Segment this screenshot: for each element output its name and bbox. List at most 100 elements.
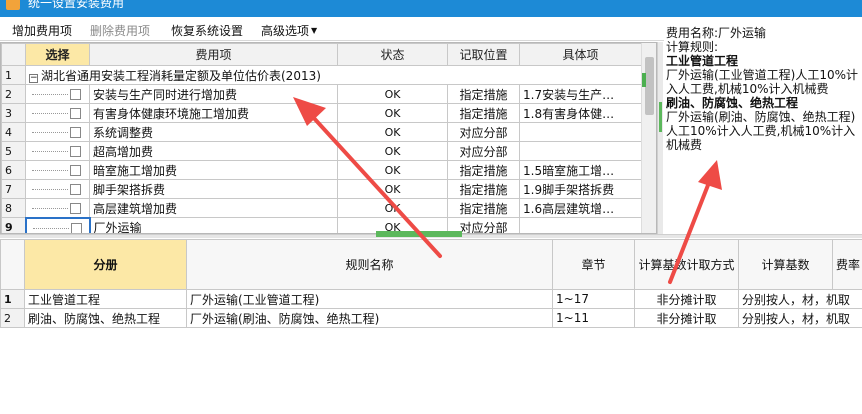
fee-item-name: 暗室施工增加费	[89, 160, 338, 180]
detail-cell[interactable]: 1.5暗室施工增…	[519, 160, 642, 180]
header-detail[interactable]: 具体项	[519, 43, 642, 66]
table-row-selected[interactable]: 1 工业管道工程 厂外运输(工业管道工程) 1~17 非分摊计取 分别按人，材，…	[0, 289, 862, 309]
row-number: 7	[1, 179, 26, 199]
select-checkbox[interactable]	[70, 146, 81, 157]
chevron-down-icon: ▼	[311, 26, 318, 35]
tree-line	[32, 227, 69, 229]
tree-line	[32, 132, 68, 133]
fee-item-name: 安装与生产同时进行增加费	[89, 84, 338, 104]
select-checkbox[interactable]	[70, 184, 81, 195]
header-fee-item[interactable]: 费用项	[89, 43, 338, 66]
select-checkbox[interactable]	[70, 127, 81, 138]
restore-system-settings-button[interactable]: 恢复系统设置	[171, 22, 243, 39]
fee-table-panel: 选择 费用项 状态 记取位置 具体项 1 − 湖北省通用安装工程消耗量定额及单位估…	[0, 42, 657, 234]
calc-base-cell[interactable]: 分别按人，材，机取	[738, 289, 862, 309]
select-checkbox[interactable]	[70, 108, 81, 119]
select-cell	[25, 84, 90, 104]
status-cell: OK	[337, 179, 448, 199]
chapter-cell[interactable]: 1~17	[552, 289, 635, 309]
table-row[interactable]: 8 高层建筑增加费 OK 指定措施 1.6高层建筑增…	[1, 198, 642, 218]
table-row[interactable]: 3 有害身体健康环境施工增加费 OK 指定措施 1.8有害身体健…	[1, 103, 642, 123]
rule-name-cell[interactable]: 厂外运输(工业管道工程)	[186, 289, 553, 309]
status-cell: OK	[337, 103, 448, 123]
location-cell[interactable]: 指定措施	[447, 179, 520, 199]
add-fee-item-button[interactable]: 增加费用项	[12, 22, 72, 39]
header-calc-base[interactable]: 计算基数	[738, 239, 833, 290]
location-cell[interactable]: 对应分部	[447, 141, 520, 161]
scrollbar-thumb[interactable]	[645, 57, 654, 115]
select-checkbox[interactable]	[70, 89, 81, 100]
section-text: 厂外运输(工业管道工程)人工10%计入人工费,机械10%计入机械费	[666, 68, 859, 96]
rule-label: 计算规则:	[666, 40, 719, 54]
table-row[interactable]: 6 暗室施工增加费 OK 指定措施 1.5暗室施工增…	[1, 160, 642, 180]
division-cell[interactable]: 工业管道工程	[24, 289, 187, 309]
table-row[interactable]: 2 刷油、防腐蚀、绝热工程 厂外运输(刷油、防腐蚀、绝热工程) 1~11 非分摊…	[0, 308, 862, 328]
detail-cell[interactable]: 1.9脚手架搭拆费	[519, 179, 642, 199]
row-number: 1	[0, 289, 25, 309]
header-calc-method[interactable]: 计算基数计取方式	[634, 239, 739, 290]
header-chapter[interactable]: 章节	[552, 239, 635, 290]
location-cell[interactable]: 指定措施	[447, 160, 520, 180]
row-number: 5	[1, 141, 26, 161]
table-row-selected[interactable]: 9 厂外运输 OK 对应分部	[1, 216, 642, 233]
select-cell	[25, 141, 90, 161]
fee-item-name: 厂外运输	[89, 217, 338, 233]
status-cell: OK	[337, 84, 448, 104]
fee-table-header: 选择 费用项 状态 记取位置 具体项	[1, 43, 642, 66]
table-row[interactable]: 7 脚手架搭拆费 OK 指定措施 1.9脚手架搭拆费	[1, 179, 642, 199]
table-row-group[interactable]: 1 − 湖北省通用安装工程消耗量定额及单位估价表(2013)	[1, 65, 642, 85]
tree-line	[32, 208, 68, 209]
rules-table-panel: 分册 规则名称 章节 计算基数计取方式 计算基数 费率 1 工业管道工程 厂外运…	[0, 239, 862, 414]
delete-fee-item-button[interactable]: 删除费用项	[90, 22, 150, 39]
splitter-grip[interactable]	[659, 102, 662, 132]
header-division[interactable]: 分册	[24, 239, 187, 290]
fee-item-name: 系统调整费	[89, 122, 338, 142]
collapse-icon[interactable]: −	[29, 73, 38, 83]
header-rule-name[interactable]: 规则名称	[186, 239, 553, 290]
table-row[interactable]: 4 系统调整费 OK 对应分部	[1, 122, 642, 142]
calc-method-cell[interactable]: 非分摊计取	[634, 289, 739, 309]
select-cell	[25, 179, 90, 199]
rule-name-cell[interactable]: 厂外运输(刷油、防腐蚀、绝热工程)	[186, 308, 553, 328]
detail-cell[interactable]: 1.6高层建筑增…	[519, 198, 642, 218]
vertical-splitter[interactable]	[657, 42, 663, 234]
header-select[interactable]: 选择	[25, 43, 90, 66]
detail-cell[interactable]	[519, 122, 642, 142]
chapter-cell[interactable]: 1~11	[552, 308, 635, 328]
location-cell[interactable]: 指定措施	[447, 198, 520, 218]
section-text: 厂外运输(刷油、防腐蚀、绝热工程)人工10%计入人工费,机械10%计入机械费	[666, 110, 856, 152]
select-cell	[25, 198, 90, 218]
select-checkbox[interactable]	[70, 203, 81, 214]
advanced-options-dropdown[interactable]: 高级选项 ▼	[261, 22, 317, 39]
splitter-handle[interactable]	[376, 231, 462, 237]
detail-cell[interactable]	[519, 217, 642, 233]
group-label: 湖北省通用安装工程消耗量定额及单位估价表(2013)	[41, 68, 321, 83]
status-cell: OK	[337, 198, 448, 218]
select-cell	[25, 103, 90, 123]
detail-cell[interactable]	[519, 141, 642, 161]
header-rate[interactable]: 费率	[832, 239, 862, 290]
select-checkbox[interactable]	[70, 165, 81, 176]
table-row[interactable]: 2 安装与生产同时进行增加费 OK 指定措施 1.7安装与生产…	[1, 84, 642, 104]
location-cell[interactable]: 指定措施	[447, 84, 520, 104]
fee-name-label: 费用名称:厂外运输	[666, 26, 767, 40]
calc-base-cell[interactable]: 分别按人，材，机取	[738, 308, 862, 328]
table-row[interactable]: 5 超高增加费 OK 对应分部	[1, 141, 642, 161]
row-number: 2	[0, 308, 25, 328]
location-cell[interactable]: 指定措施	[447, 103, 520, 123]
fee-item-name: 高层建筑增加费	[89, 198, 338, 218]
header-location[interactable]: 记取位置	[447, 43, 520, 66]
fee-table-scrollbar[interactable]	[641, 43, 656, 233]
location-cell[interactable]: 对应分部	[447, 122, 520, 142]
select-checkbox[interactable]	[70, 222, 82, 233]
calc-method-cell[interactable]: 非分摊计取	[634, 308, 739, 328]
header-corner	[1, 43, 26, 66]
division-cell[interactable]: 刷油、防腐蚀、绝热工程	[24, 308, 187, 328]
title-bar: 统一设置安装费用	[0, 0, 862, 17]
section-title: 工业管道工程	[666, 54, 739, 68]
header-status[interactable]: 状态	[337, 43, 448, 66]
detail-cell[interactable]: 1.8有害身体健…	[519, 103, 642, 123]
row-number: 6	[1, 160, 26, 180]
fee-item-name: 超高增加费	[89, 141, 338, 161]
detail-cell[interactable]: 1.7安装与生产…	[519, 84, 642, 104]
